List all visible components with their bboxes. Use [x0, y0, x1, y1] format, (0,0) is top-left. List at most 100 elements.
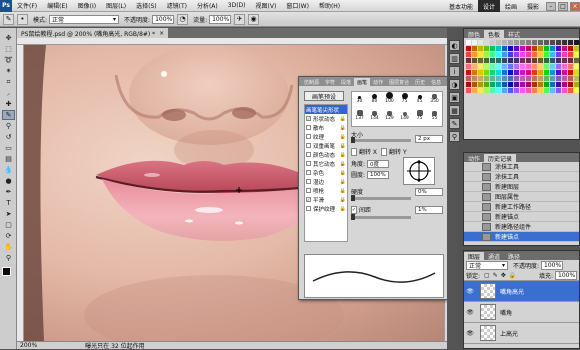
path-selection-tool-icon[interactable]: ➤	[2, 209, 15, 219]
eye-icon[interactable]: 👁	[464, 330, 476, 337]
color-swatch[interactable]	[508, 40, 513, 45]
type-tool-icon[interactable]: T	[2, 198, 15, 208]
color-swatch[interactable]	[544, 40, 549, 45]
color-swatch[interactable]	[520, 46, 525, 51]
history-item[interactable]: 新建路径组件	[464, 222, 579, 232]
spacing-input[interactable]: 1%	[415, 205, 443, 214]
color-swatch[interactable]	[562, 58, 567, 63]
color-swatch[interactable]	[568, 46, 573, 51]
color-swatch[interactable]	[574, 70, 579, 75]
color-swatch[interactable]	[544, 52, 549, 57]
brush-panel-tab[interactable]: 动作	[370, 78, 386, 86]
color-swatch[interactable]	[490, 40, 495, 45]
color-swatch[interactable]	[472, 46, 477, 51]
color-swatch[interactable]	[526, 52, 531, 57]
color-swatch[interactable]	[520, 58, 525, 63]
history-item[interactable]: 新建锚点	[464, 212, 579, 222]
color-swatch[interactable]	[472, 58, 477, 63]
brush-tip[interactable]: 75	[397, 92, 412, 104]
flow-input[interactable]: 100%	[209, 14, 232, 24]
brush-tool-preset-icon[interactable]: ✎	[3, 13, 14, 25]
color-swatch[interactable]	[556, 64, 561, 69]
brush-option-item[interactable]: 颜色动态 🔒	[305, 150, 347, 159]
panel-tab[interactable]: 通道	[484, 252, 504, 261]
color-swatch[interactable]	[568, 70, 573, 75]
layer-opacity-input[interactable]: 100%	[541, 261, 564, 270]
color-swatch[interactable]	[544, 64, 549, 69]
color-swatch[interactable]	[556, 76, 561, 81]
brush-option-item[interactable]: ✓ 平滑 🔒	[305, 195, 347, 204]
color-swatch[interactable]	[556, 46, 561, 51]
color-swatch[interactable]	[538, 40, 543, 45]
history-item[interactable]: 涂抹工具	[464, 162, 579, 172]
color-swatch[interactable]	[502, 88, 507, 93]
color-swatch[interactable]	[472, 76, 477, 81]
brush-option-item[interactable]: 其它动态 🔒	[305, 159, 347, 168]
color-swatch[interactable]	[478, 76, 483, 81]
color-swatch[interactable]	[544, 88, 549, 93]
color-swatch[interactable]	[526, 88, 531, 93]
color-swatch[interactable]	[496, 76, 501, 81]
color-swatch[interactable]	[508, 52, 513, 57]
pressure-opacity-icon[interactable]: ◔	[177, 13, 189, 25]
color-swatch[interactable]	[550, 64, 555, 69]
color-swatch[interactable]	[484, 52, 489, 57]
color-swatch[interactable]	[496, 64, 501, 69]
color-swatch[interactable]	[496, 40, 501, 45]
history-item[interactable]: 涂抹工具	[464, 172, 579, 182]
menu-item[interactable]: 窗口(W)	[281, 1, 314, 10]
pen-tool-icon[interactable]: ✒	[2, 187, 15, 197]
color-swatch[interactable]	[562, 52, 567, 57]
hardness-slider[interactable]	[351, 195, 411, 201]
color-swatch[interactable]	[508, 76, 513, 81]
color-swatch[interactable]	[526, 40, 531, 45]
color-swatch[interactable]	[556, 70, 561, 75]
spacing-checkbox[interactable]: ✓	[351, 205, 357, 214]
brush-panel-tab[interactable]: 图层复合	[386, 78, 412, 86]
color-swatch[interactable]	[544, 70, 549, 75]
color-swatch[interactable]	[466, 64, 471, 69]
color-swatch[interactable]	[520, 64, 525, 69]
color-swatch[interactable]	[490, 88, 495, 93]
color-swatch[interactable]	[532, 70, 537, 75]
color-swatch[interactable]	[502, 40, 507, 45]
menu-item[interactable]: 文件(F)	[12, 1, 42, 10]
color-swatch[interactable]	[514, 46, 519, 51]
3d-rotate-tool-icon[interactable]: ⟳	[2, 231, 15, 241]
color-swatch[interactable]	[514, 88, 519, 93]
color-swatch[interactable]	[550, 52, 555, 57]
brush-tip[interactable]: 100	[382, 92, 397, 104]
brush-option-checkbox[interactable]	[306, 134, 311, 139]
layer-row[interactable]: 👁 上高光	[464, 323, 579, 344]
panel-tab[interactable]: 颜色	[464, 30, 484, 39]
hand-tool-icon[interactable]: ✋	[2, 242, 15, 252]
lock-brush-icon[interactable]: ✎	[493, 272, 498, 279]
brush-panel-tab[interactable]: 画笔	[354, 78, 371, 86]
color-swatch[interactable]	[526, 70, 531, 75]
color-swatch[interactable]	[526, 58, 531, 63]
brush-option-item[interactable]: 喷枪 🔒	[305, 186, 347, 195]
color-swatch[interactable]	[466, 70, 471, 75]
color-swatch[interactable]	[478, 82, 483, 87]
workspace-button[interactable]: 摄影	[522, 2, 544, 11]
color-swatch[interactable]	[544, 82, 549, 87]
color-swatch[interactable]	[550, 58, 555, 63]
color-swatch[interactable]	[532, 64, 537, 69]
layer-comps-icon[interactable]: ▦	[449, 105, 460, 116]
color-swatch[interactable]	[544, 76, 549, 81]
color-swatch[interactable]	[484, 58, 489, 63]
color-swatch[interactable]	[526, 82, 531, 87]
history-item[interactable]: 图层属性	[464, 192, 579, 202]
color-swatch[interactable]	[478, 64, 483, 69]
brush-option-item[interactable]: 杂色 🔒	[305, 168, 347, 177]
color-swatch[interactable]	[502, 82, 507, 87]
color-swatch[interactable]	[568, 40, 573, 45]
color-swatch[interactable]	[520, 40, 525, 45]
brush-option-item[interactable]: 湿边 🔒	[305, 177, 347, 186]
airbrush-icon[interactable]: ✈	[234, 13, 246, 25]
brush-option-item[interactable]: 双重画笔 🔒	[305, 141, 347, 150]
color-swatch[interactable]	[490, 64, 495, 69]
color-swatch[interactable]	[520, 76, 525, 81]
color-swatch[interactable]	[472, 52, 477, 57]
brush-tip[interactable]: 75	[412, 109, 427, 121]
